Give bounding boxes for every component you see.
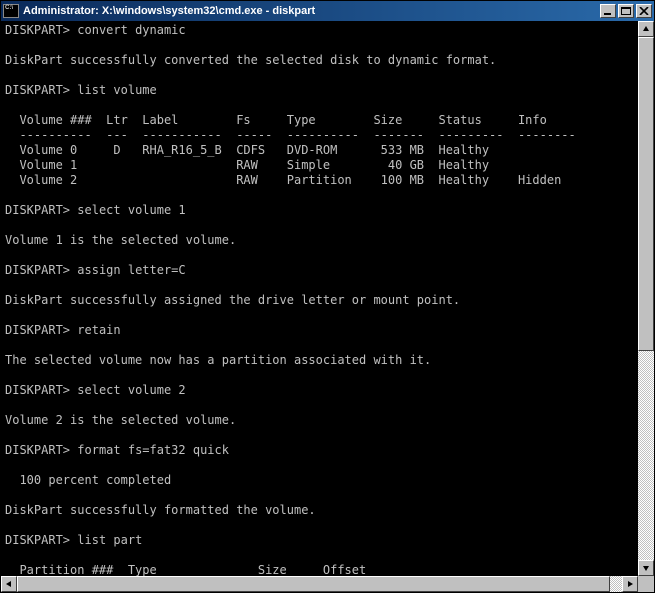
console-output[interactable]: DISKPART> convert dynamic DiskPart succe…	[1, 21, 638, 576]
cmd: retain	[77, 323, 120, 337]
output-line: Volume 1 is the selected volume.	[5, 233, 236, 247]
command-prompt-window: C:\ Administrator: X:\windows\system32\c…	[0, 0, 655, 593]
titlebar[interactable]: C:\ Administrator: X:\windows\system32\c…	[1, 1, 654, 21]
scroll-thumb[interactable]	[638, 37, 654, 351]
cmd: list part	[77, 533, 142, 547]
output-line: DiskPart successfully formatted the volu…	[5, 503, 316, 517]
prompt: DISKPART>	[5, 443, 70, 457]
cmd: assign letter=C	[77, 263, 185, 277]
prompt: DISKPART>	[5, 203, 70, 217]
prompt: DISKPART>	[5, 23, 70, 37]
content-area: DISKPART> convert dynamic DiskPart succe…	[1, 21, 654, 576]
minimize-button[interactable]	[600, 4, 616, 18]
close-button[interactable]	[636, 4, 652, 18]
window-title: Administrator: X:\windows\system32\cmd.e…	[23, 5, 600, 17]
output-line: DiskPart successfully converted the sele…	[5, 53, 496, 67]
scroll-up-button[interactable]	[638, 21, 654, 37]
table-header: Partition ### Type Size Offset	[5, 563, 366, 576]
maximize-button[interactable]	[618, 4, 634, 18]
prompt: DISKPART>	[5, 83, 70, 97]
table-row: Volume 2 RAW Partition 100 MB Healthy Hi…	[5, 173, 561, 187]
prompt: DISKPART>	[5, 263, 70, 277]
table-row: Volume 1 RAW Simple 40 GB Healthy	[5, 158, 489, 172]
resize-corner[interactable]	[638, 576, 654, 592]
prompt: DISKPART>	[5, 533, 70, 547]
vertical-scrollbar[interactable]	[638, 21, 654, 576]
output-line: 100 percent completed	[5, 473, 171, 487]
scroll-track[interactable]	[17, 576, 622, 592]
cmd-icon: C:\	[3, 4, 19, 18]
cmd: select volume 2	[77, 383, 185, 397]
output-line: DiskPart successfully assigned the drive…	[5, 293, 460, 307]
output-line: The selected volume now has a partition …	[5, 353, 431, 367]
scroll-left-button[interactable]	[1, 576, 17, 592]
scroll-thumb[interactable]	[17, 576, 610, 592]
cmd: select volume 1	[77, 203, 185, 217]
output-line: Volume 2 is the selected volume.	[5, 413, 236, 427]
scroll-down-button[interactable]	[638, 560, 654, 576]
cmd: list volume	[77, 83, 156, 97]
prompt: DISKPART>	[5, 383, 70, 397]
titlebar-buttons	[600, 4, 652, 18]
cmd: format fs=fat32 quick	[77, 443, 229, 457]
prompt: DISKPART>	[5, 323, 70, 337]
table-row: Volume 0 D RHA_R16_5_B CDFS DVD-ROM 533 …	[5, 143, 489, 157]
table-divider: ---------- --- ----------- ----- -------…	[5, 128, 576, 142]
scroll-right-button[interactable]	[622, 576, 638, 592]
scroll-track[interactable]	[638, 37, 654, 560]
table-header: Volume ### Ltr Label Fs Type Size Status…	[5, 113, 547, 127]
horizontal-scrollbar[interactable]	[1, 576, 654, 592]
cmd: convert dynamic	[77, 23, 185, 37]
